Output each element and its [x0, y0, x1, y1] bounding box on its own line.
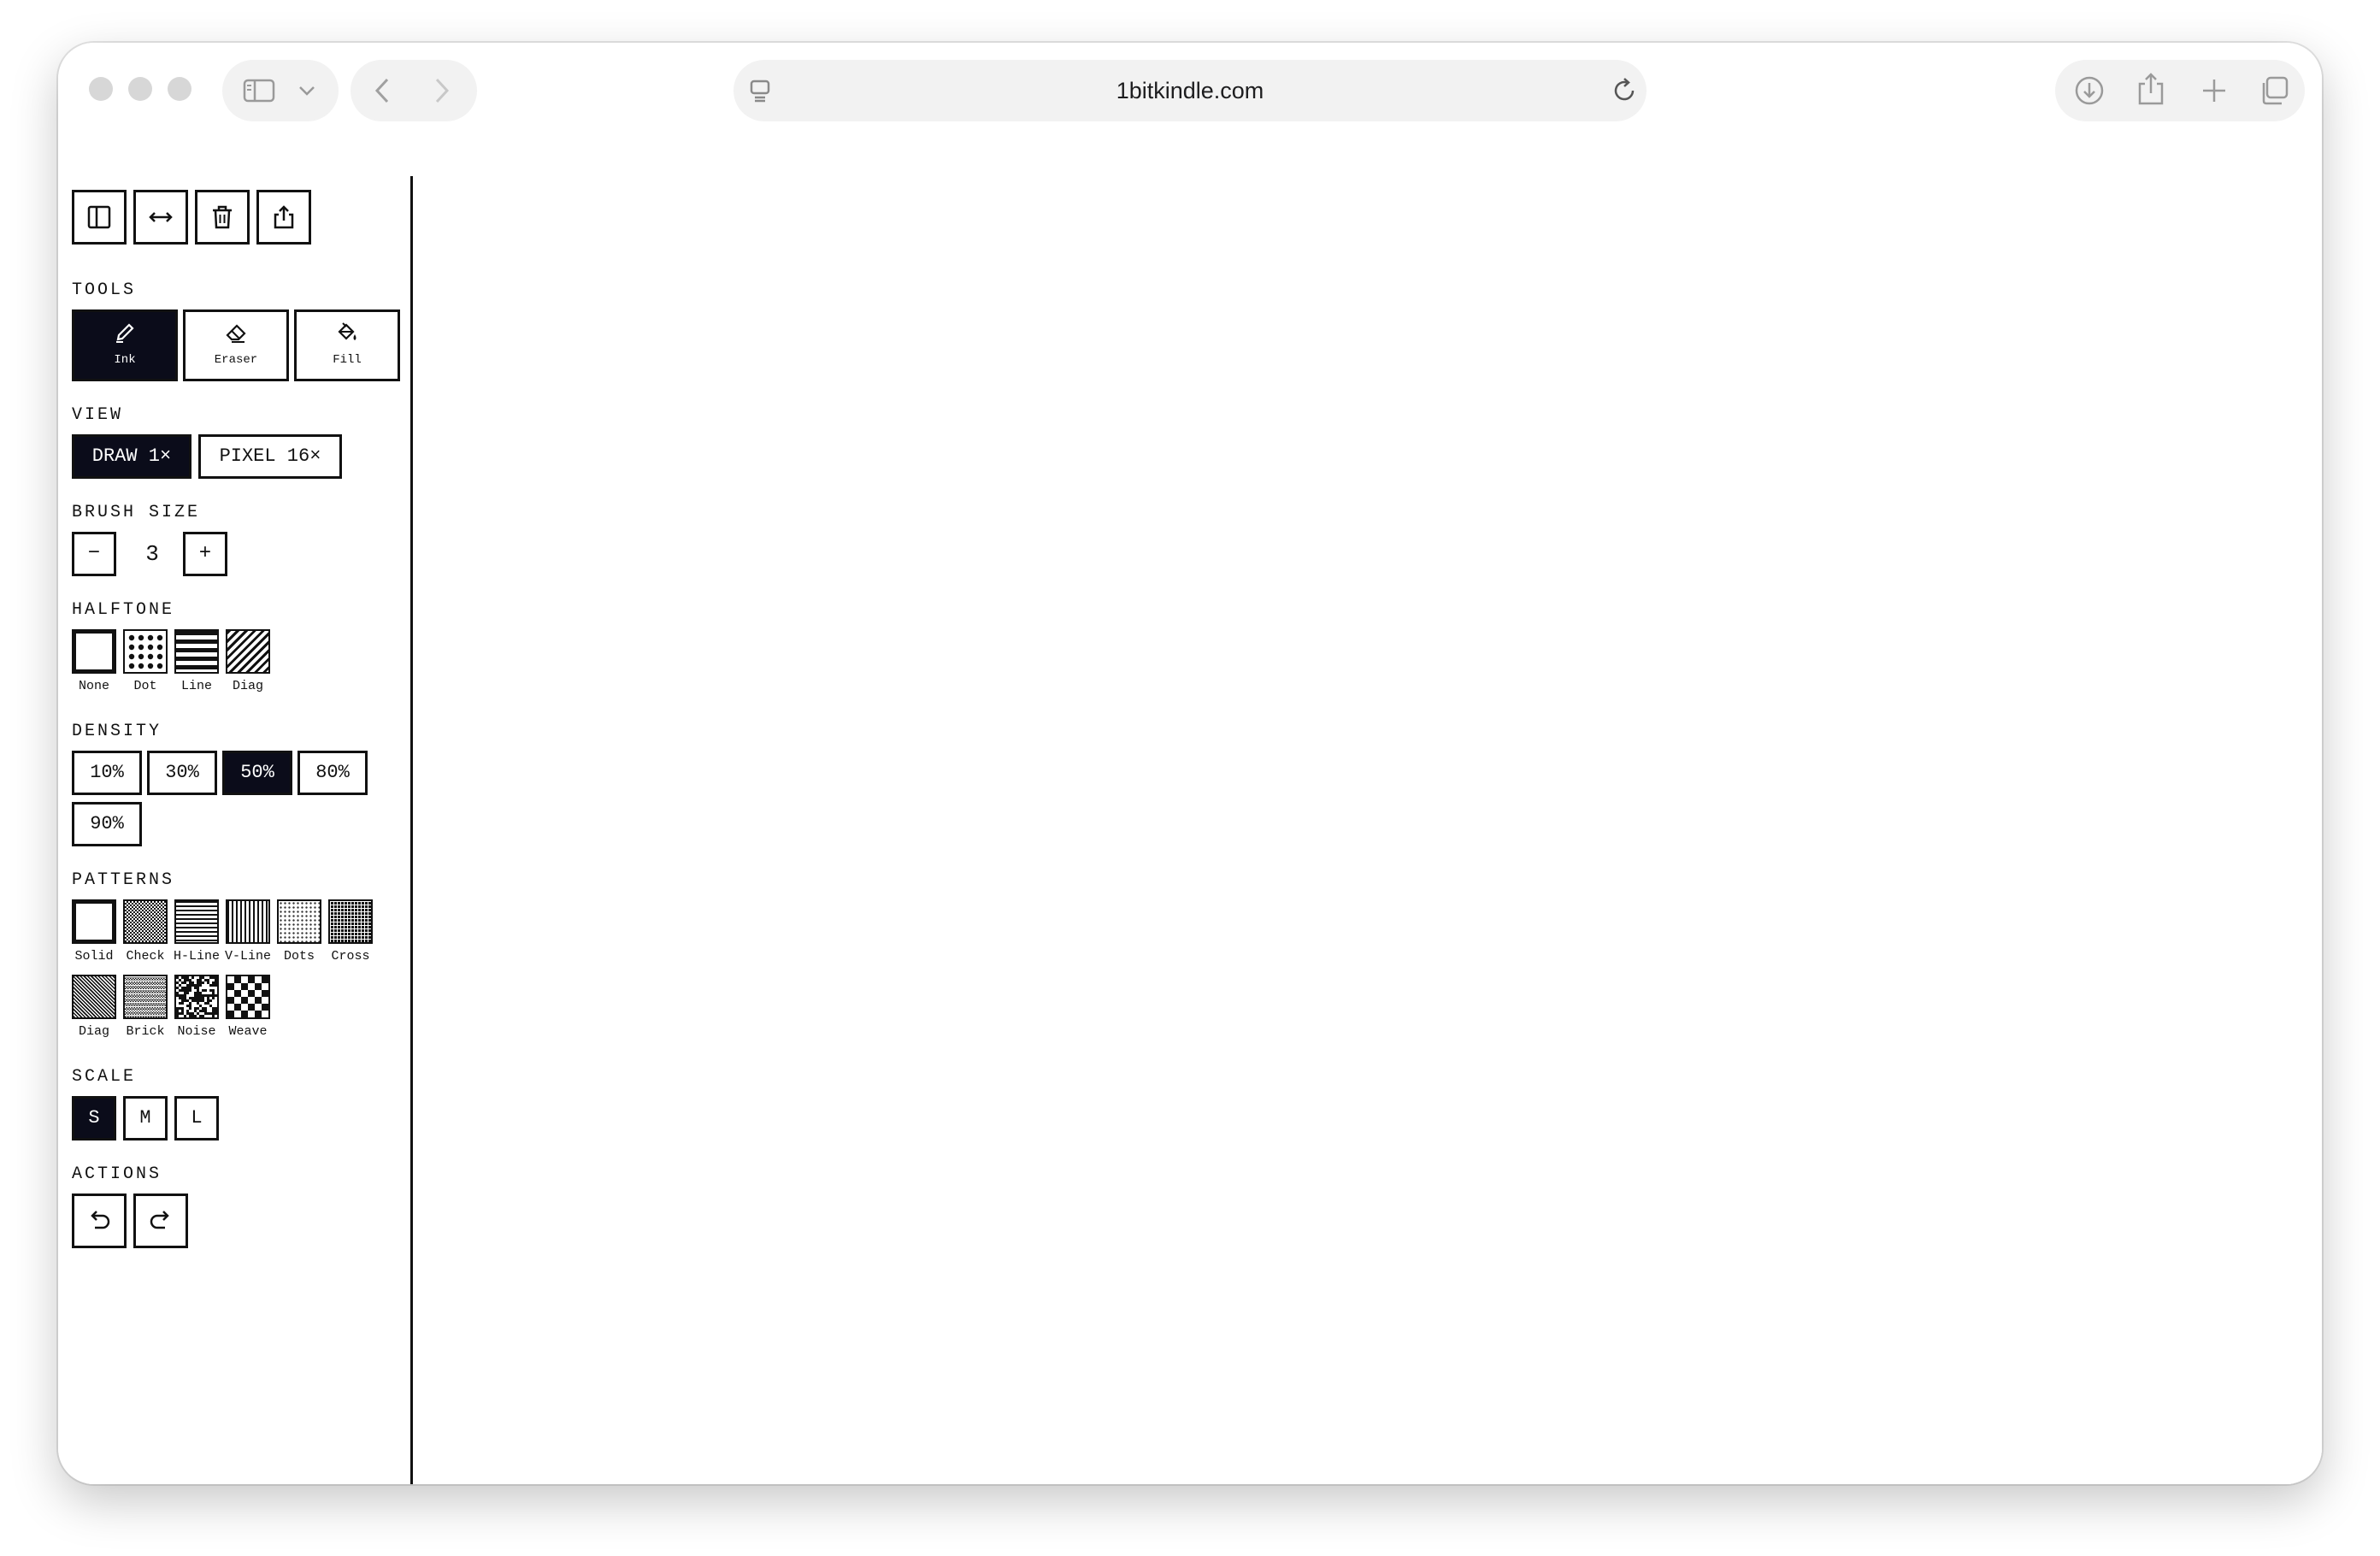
scale-m-button[interactable]: M: [123, 1096, 168, 1140]
sidebar-toggle-icon: [87, 205, 111, 229]
pencil-icon: [116, 323, 134, 343]
clear-canvas-button[interactable]: [195, 190, 250, 245]
density-heading: DENSITY: [72, 722, 162, 741]
density-90-button[interactable]: 90%: [72, 802, 142, 846]
tool-ink-label: Ink: [114, 353, 136, 367]
halftone-dot-caption: Dot: [133, 679, 157, 693]
url-text: 1bitkindle.com: [1116, 78, 1264, 103]
pattern-dots-swatch[interactable]: [277, 899, 321, 944]
dot-pattern-icon: [128, 634, 163, 669]
halftone-diag-swatch[interactable]: [226, 629, 270, 674]
pattern-check-swatch[interactable]: [123, 899, 168, 944]
density-30-button[interactable]: 30%: [147, 751, 217, 795]
pattern-diag-caption: Diag: [78, 1024, 109, 1039]
share-icon[interactable]: [2137, 72, 2165, 106]
redo-button[interactable]: [133, 1194, 188, 1248]
halftone-dot-swatch[interactable]: [123, 629, 168, 674]
scale-heading: SCALE: [72, 1067, 137, 1087]
pattern-noise-caption: Noise: [177, 1024, 216, 1039]
pattern-hline-swatch[interactable]: [174, 899, 219, 944]
pattern-solid-swatch[interactable]: [72, 899, 116, 944]
download-icon[interactable]: [2074, 75, 2105, 106]
halftone-none-swatch[interactable]: [72, 629, 116, 674]
browser-sidebar-icon[interactable]: [243, 79, 275, 103]
tools-heading: TOOLS: [72, 280, 137, 300]
tool-ink-button[interactable]: Ink: [72, 309, 178, 381]
eraser-icon: [226, 324, 246, 343]
width-toggle-button[interactable]: [133, 190, 188, 245]
new-tab-icon[interactable]: [2200, 77, 2228, 104]
halftone-none-caption: None: [78, 679, 109, 693]
brush-size-heading: BRUSH SIZE: [72, 503, 201, 522]
pattern-brick-caption: Brick: [126, 1024, 165, 1039]
pattern-solid-caption: Solid: [74, 949, 114, 964]
reload-icon[interactable]: [1612, 77, 1638, 104]
zoom-window-button[interactable]: [168, 77, 191, 101]
pattern-diag-swatch[interactable]: [72, 975, 116, 1019]
density-10-button[interactable]: 10%: [72, 751, 142, 795]
view-pixel-button[interactable]: PIXEL 16×: [198, 434, 342, 479]
brush-size-value: 3: [145, 541, 159, 567]
pattern-noise-swatch[interactable]: [174, 975, 219, 1019]
page-content: TOOLS Ink Eraser Fill VIEW DRAW 1× PIXEL…: [58, 135, 2322, 1484]
pattern-hline-caption: H-Line: [173, 949, 220, 964]
pattern-cross-swatch[interactable]: [328, 899, 373, 944]
undo-button[interactable]: [72, 1194, 127, 1248]
pattern-cross-caption: Cross: [331, 949, 370, 964]
redo-icon: [150, 1211, 169, 1229]
minimize-window-button[interactable]: [128, 77, 152, 101]
halftone-heading: HALFTONE: [72, 600, 175, 620]
pattern-vline-swatch[interactable]: [226, 899, 270, 944]
back-arrow-icon[interactable]: [373, 77, 392, 104]
export-button[interactable]: [256, 190, 311, 245]
browser-window: 1bitkindle.com TOOLS Ink Eraser Fill VIE…: [58, 43, 2322, 1484]
browser-toolbar: 1bitkindle.com: [58, 43, 2322, 135]
actions-heading: ACTIONS: [72, 1164, 162, 1184]
nav-buttons-pill: [351, 60, 477, 121]
brush-increase-button[interactable]: +: [183, 532, 227, 576]
halftone-diag-caption: Diag: [232, 679, 263, 693]
noise-pattern-icon: [176, 976, 217, 1017]
density-50-button[interactable]: 50%: [222, 751, 292, 795]
halftone-line-caption: Line: [180, 679, 212, 693]
paint-bucket-icon: [338, 322, 356, 340]
view-draw-button[interactable]: DRAW 1×: [72, 434, 191, 479]
view-heading: VIEW: [72, 405, 124, 425]
scale-s-button[interactable]: S: [72, 1096, 116, 1140]
tool-eraser-button[interactable]: Eraser: [183, 309, 289, 381]
pattern-vline-caption: V-Line: [224, 949, 271, 964]
tool-eraser-label: Eraser: [214, 353, 258, 367]
pattern-brick-swatch[interactable]: [123, 975, 168, 1019]
tool-fill-label: Fill: [333, 353, 362, 367]
toggle-panel-button[interactable]: [72, 190, 127, 245]
sidebar-menu-pill[interactable]: [222, 60, 339, 121]
scale-l-button[interactable]: L: [174, 1096, 219, 1140]
undo-icon: [91, 1211, 110, 1229]
density-80-button[interactable]: 80%: [298, 751, 368, 795]
right-toolbar-pill: [2055, 60, 2305, 121]
share-icon: [274, 205, 294, 229]
trash-icon: [213, 205, 232, 229]
brush-decrease-button[interactable]: −: [72, 532, 116, 576]
pattern-weave-swatch[interactable]: [226, 975, 270, 1019]
pattern-dots-caption: Dots: [283, 949, 315, 964]
patterns-heading: PATTERNS: [72, 870, 175, 890]
width-toggle-icon: [149, 212, 173, 222]
tab-overview-icon[interactable]: [2259, 75, 2289, 106]
address-bar[interactable]: 1bitkindle.com: [733, 60, 1647, 121]
forward-arrow-icon[interactable]: [433, 77, 451, 104]
halftone-line-swatch[interactable]: [174, 629, 219, 674]
pattern-weave-caption: Weave: [228, 1024, 268, 1039]
pattern-check-caption: Check: [126, 949, 165, 964]
tool-fill-button[interactable]: Fill: [294, 309, 400, 381]
chevron-down-icon[interactable]: [298, 84, 316, 97]
tool-sidebar: TOOLS Ink Eraser Fill VIEW DRAW 1× PIXEL…: [58, 176, 410, 1484]
close-window-button[interactable]: [89, 77, 113, 101]
drawing-canvas[interactable]: [413, 176, 2322, 1484]
